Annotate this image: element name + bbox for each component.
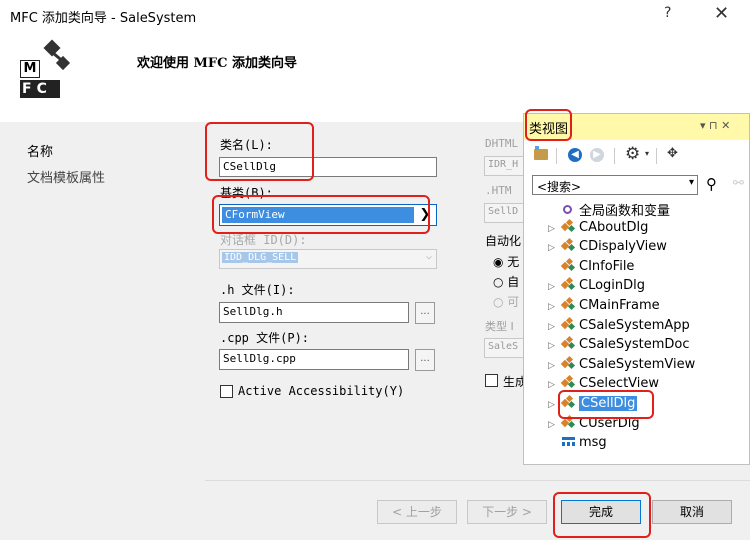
automation-label: 自动化 [485, 234, 522, 248]
dialog-id-chevron-icon: ⌵ [425, 251, 432, 262]
class-view-item-label: CAboutDlg [579, 219, 649, 235]
type-label: 类型 I [485, 320, 514, 333]
class-view-item[interactable]: 全局函数和变量 [548, 200, 670, 219]
welcome-heading: 欢迎使用 MFC 添加类向导 [137, 56, 298, 71]
class-icon [560, 238, 576, 252]
logo-m: M [20, 60, 40, 78]
cpp-file-label: .cpp 文件(P): [220, 331, 310, 345]
finish-highlight [553, 492, 651, 538]
expand-arrow-icon[interactable]: ▷ [548, 420, 562, 430]
class-view-item[interactable]: ▷ CSaleSystemDoc [548, 336, 690, 356]
selldlg-highlight [558, 390, 654, 419]
toolbar-divider [556, 148, 557, 164]
radio-none-label: 无 [507, 255, 520, 269]
class-icon [560, 218, 576, 232]
class-view-item[interactable]: CInfoFile [548, 257, 635, 278]
class-view-item[interactable]: ▷ CSaleSystemView [548, 355, 696, 376]
window-title: MFC 添加类向导 - SaleSystem [10, 11, 197, 26]
class-icon [560, 257, 576, 271]
radio-creatable-label: 可 [507, 295, 520, 309]
expand-arrow-icon[interactable]: ▷ [548, 361, 562, 371]
class-view-item-label: CSaleSystemDoc [579, 337, 690, 353]
expand-arrow-icon[interactable]: ▷ [548, 302, 562, 312]
class-icon [560, 277, 576, 291]
class-view-item-label: CDispalyView [579, 239, 667, 255]
dhtml-label: DHTML [485, 137, 519, 150]
next-button[interactable]: 下一步 > [467, 500, 547, 524]
generate-checkbox[interactable] [485, 374, 498, 387]
class-icon [560, 296, 576, 311]
expand-arrow-icon[interactable]: ▷ [548, 224, 562, 234]
h-file-input[interactable]: SellDlg.h [219, 302, 409, 323]
prev-button[interactable]: < 上一步 [377, 500, 457, 524]
search-icon[interactable]: ⚲ [706, 175, 717, 193]
radio-auto[interactable]: ○ 自 [493, 273, 519, 290]
cpp-file-browse-button[interactable]: ... [415, 349, 435, 371]
class-view-item[interactable]: ▷ CLoginDlg [548, 277, 646, 297]
class-view-item-label: CInfoFile [579, 258, 635, 274]
back-icon[interactable]: ◀ [568, 148, 582, 162]
toolbar-divider-3 [656, 148, 657, 164]
search-options-icon[interactable]: ⚯ [733, 176, 744, 191]
accessibility-label: Active Accessibility(Y) [238, 384, 405, 398]
gear-dropdown-icon[interactable]: ▾ [645, 149, 649, 158]
mfc-logo-icon: M FC [20, 39, 80, 100]
class-view-item[interactable]: ▷ CMainFrame [548, 296, 660, 317]
radio-creatable: ○ 可 [493, 295, 520, 309]
help-button[interactable]: ? [664, 5, 671, 21]
logo-fc: FC [20, 80, 60, 98]
class-view-search-input[interactable]: <搜索> ▾ [532, 175, 698, 195]
globe-icon [562, 204, 575, 216]
close-button[interactable]: ✕ [714, 3, 729, 24]
class-view-item[interactable]: msg [548, 435, 607, 454]
accessibility-checkbox[interactable] [220, 385, 233, 398]
h-file-label: .h 文件(I): [220, 283, 295, 297]
struct-icon [562, 435, 575, 447]
new-folder-icon[interactable] [534, 149, 548, 160]
footer-divider [205, 480, 750, 481]
class-name-highlight [205, 122, 314, 181]
toolbar-divider-2 [614, 148, 615, 164]
base-class-highlight [212, 195, 430, 234]
forward-icon[interactable]: ▶ [590, 148, 604, 162]
cpp-file-input[interactable]: SellDlg.cpp [219, 349, 409, 370]
dialog-id-value: IDD_DLG_SELL [222, 252, 299, 263]
class-view-item-label: CSaleSystemApp [579, 317, 690, 333]
class-view-item-label: 全局函数和变量 [579, 204, 671, 219]
expand-arrow-icon[interactable]: ▷ [548, 322, 562, 332]
nav-item-doc-template[interactable]: 文档模板属性 [27, 167, 105, 186]
class-diagram-icon[interactable]: ✥ [667, 146, 678, 161]
radio-none[interactable]: ◉ 无 [493, 253, 519, 270]
class-view-item[interactable]: ▷ CSaleSystemApp [548, 316, 690, 337]
class-view-item-label: CLoginDlg [579, 278, 646, 294]
class-view-window-controls[interactable]: ▾ ⊓ ✕ [700, 119, 730, 132]
class-view-toolbar: ◀ ▶ ⚙ ▾ ✥ [524, 141, 749, 171]
class-view-item-label: CSaleSystemView [579, 356, 696, 372]
h-file-browse-button[interactable]: ... [415, 302, 435, 324]
dialog-id-select: IDD_DLG_SELL ⌵ [219, 249, 437, 269]
radio-auto-label: 自 [507, 275, 520, 289]
class-view-item[interactable]: ▷ CDispalyView [548, 238, 667, 258]
class-icon [560, 316, 576, 330]
nav-item-name[interactable]: 名称 [27, 141, 53, 160]
class-icon [560, 336, 576, 350]
gear-icon[interactable]: ⚙ [625, 144, 640, 164]
search-placeholder: <搜索> [537, 180, 582, 194]
htm-label: .HTM [485, 184, 512, 197]
class-view-item-label: CMainFrame [579, 298, 660, 313]
class-view-item[interactable]: ▷ CAboutDlg [548, 218, 649, 239]
cancel-button[interactable]: 取消 [652, 500, 732, 524]
expand-arrow-icon[interactable]: ▷ [548, 243, 562, 253]
new-folder-star [535, 146, 539, 150]
class-view-item-label: msg [579, 435, 607, 451]
expand-arrow-icon[interactable]: ▷ [548, 341, 562, 351]
class-view-title-highlight [525, 109, 572, 141]
wizard-header [0, 32, 750, 122]
search-dropdown-icon[interactable]: ▾ [689, 177, 694, 188]
class-icon [560, 355, 576, 369]
class-icon [560, 375, 576, 389]
